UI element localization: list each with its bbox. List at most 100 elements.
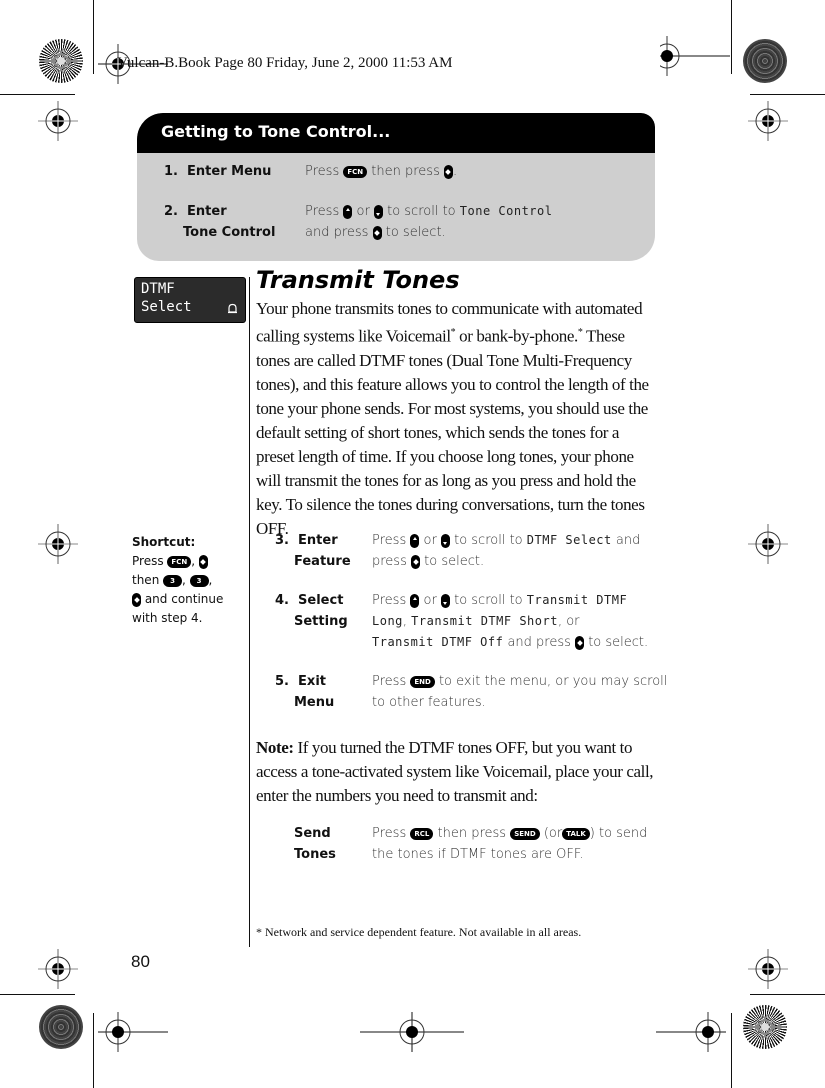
rcl-key-icon: RCL: [410, 827, 434, 840]
crop-mark: [93, 0, 94, 74]
fcn-key-icon: FCN: [167, 555, 192, 568]
desc-text: to select.: [424, 554, 485, 569]
desc-text: to scroll to: [454, 533, 523, 548]
lcd-text: DTMF Select: [526, 533, 612, 547]
footnote-mark: *: [256, 925, 262, 939]
intro-paragraph: Your phone transmits tones to communicat…: [256, 297, 658, 541]
getting-to-title-bar: Getting to Tone Control...: [137, 113, 655, 153]
step-5-desc: Press END to exit the menu, or you may s…: [372, 671, 667, 713]
talk-key-icon: TALK: [562, 827, 590, 840]
crop-mark: [750, 94, 825, 95]
step-label-text: Enter Menu: [187, 164, 272, 179]
end-key-icon: END: [410, 675, 435, 688]
note-label: Note:: [256, 738, 294, 757]
page-number: 80: [131, 952, 150, 971]
desc-text: (or: [543, 826, 563, 841]
crosshair-icon: [98, 1012, 168, 1052]
step-num: 5.: [275, 674, 289, 689]
scroll-down-key-icon: [440, 533, 450, 548]
registration-starburst-icon: [743, 1005, 787, 1049]
scroll-down-key-icon: [373, 204, 383, 219]
crosshair-icon: [656, 1012, 726, 1052]
scroll-down-key-icon: [440, 593, 450, 608]
crop-mark: [731, 1013, 732, 1088]
step-label-text: Send: [294, 826, 331, 841]
desc-text: Press: [372, 593, 407, 608]
registration-target-icon: [39, 1005, 83, 1049]
step-label-text: Tone Control: [183, 225, 276, 240]
desc-text: ,: [402, 614, 412, 629]
step-5-label: 5. Exit Menu: [275, 671, 334, 713]
step-3-desc: Press or to scroll to DTMF Select and pr…: [372, 530, 640, 572]
desc-text: or: [356, 204, 370, 219]
shortcut-note: Shortcut: Press FCN, then 3, 3, and cont…: [132, 535, 224, 625]
step-2-label: 2. Enter Tone Control: [164, 201, 275, 243]
display-line-2: Select: [141, 299, 192, 315]
desc-text: ) to send: [589, 826, 648, 841]
desc-text: Press: [372, 674, 407, 689]
shortcut-text: then: [132, 573, 160, 587]
registration-starburst-icon: [39, 39, 83, 83]
key-3-icon: 3: [163, 574, 183, 587]
send-tones-desc: Press RCL then press SEND (or TALK) to se…: [372, 823, 647, 865]
step-1-label: 1. Enter Menu: [164, 161, 271, 182]
desc-text: the tones if DTMF tones are OFF.: [372, 847, 584, 862]
display-line-1: DTMF: [141, 281, 175, 297]
lcd-text: Transmit DTMF Short: [411, 614, 558, 628]
step-2-desc: Press or to scroll to Tone Control and p…: [305, 201, 552, 243]
shortcut-text: Press: [132, 554, 164, 568]
note-paragraph: Note: If you turned the DTMF tones OFF, …: [256, 736, 658, 808]
phone-display: DTMF Select: [134, 277, 246, 323]
step-label-text: Tones: [294, 847, 336, 862]
crosshair-icon: [38, 524, 78, 564]
bell-icon: [228, 303, 237, 314]
desc-text: or: [423, 533, 437, 548]
desc-text: press: [372, 554, 407, 569]
footnote-text: Network and service dependent feature. N…: [265, 925, 582, 939]
crosshair-icon: [38, 949, 78, 989]
desc-text: Press: [305, 204, 340, 219]
shortcut-title: Shortcut:: [132, 535, 196, 549]
crosshair-icon: [38, 101, 78, 141]
step-num: 1.: [164, 164, 178, 179]
getting-to-title: Getting to Tone Control...: [161, 122, 391, 141]
crop-mark: [750, 994, 825, 995]
crosshair-icon: [748, 101, 788, 141]
print-header: Vulcan-B.Book Page 80 Friday, June 2, 20…: [117, 55, 453, 71]
select-key-icon: [411, 554, 420, 569]
fcn-key-icon: FCN: [343, 165, 368, 178]
desc-text: then press: [371, 164, 440, 179]
shortcut-text: and continue with step 4.: [132, 592, 224, 625]
step-label-text: Enter: [298, 533, 338, 548]
crosshair-icon: [748, 949, 788, 989]
select-key-icon: [575, 635, 585, 650]
crosshair-icon: [748, 524, 788, 564]
lcd-text: Transmit DTMF Off: [372, 635, 504, 649]
paragraph-text: or bank-by-phone.: [455, 326, 578, 346]
desc-text: and press: [305, 225, 369, 240]
step-label-text: Setting: [294, 614, 348, 629]
desc-text: Press: [372, 826, 407, 841]
step-3-label: 3. Enter Feature: [275, 530, 351, 572]
desc-text: to other features.: [372, 695, 486, 710]
select-key-icon: [198, 554, 208, 569]
section-title: Transmit Tones: [256, 266, 460, 294]
step-4-desc: Press or to scroll to Transmit DTMF Long…: [372, 590, 648, 653]
crop-mark: [731, 0, 732, 74]
getting-to-box: Getting to Tone Control... 1. Enter Menu…: [137, 113, 655, 261]
select-key-icon: [132, 592, 141, 607]
scroll-up-key-icon: [410, 533, 420, 548]
desc-text: or: [423, 593, 437, 608]
step-label-text: Enter: [187, 204, 227, 219]
step-num: 3.: [275, 533, 289, 548]
desc-text: to select.: [588, 635, 649, 650]
scroll-up-key-icon: [410, 593, 420, 608]
step-1-desc: Press FCN then press .: [305, 161, 457, 182]
margin-rule: [249, 277, 250, 947]
scroll-up-key-icon: [343, 204, 353, 219]
select-key-icon: [443, 164, 453, 179]
registration-target-icon: [743, 39, 787, 83]
send-key-icon: SEND: [510, 827, 540, 840]
desc-text: Press: [372, 533, 407, 548]
desc-text: , or: [557, 614, 580, 629]
